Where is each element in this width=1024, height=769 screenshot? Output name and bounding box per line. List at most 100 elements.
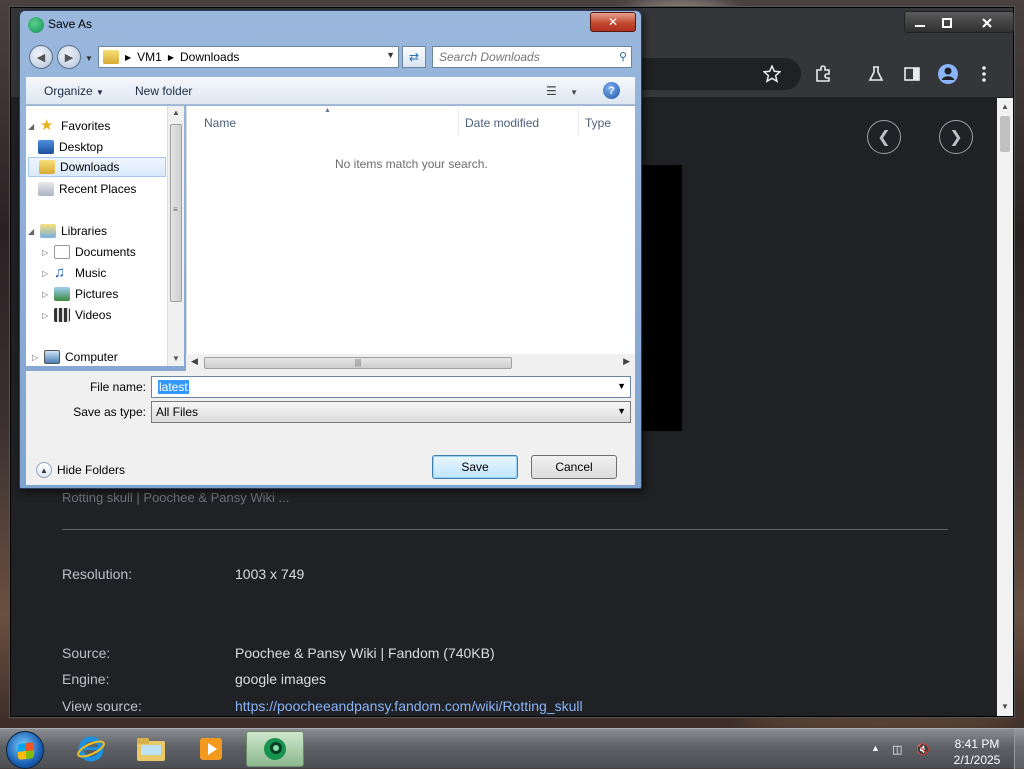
tree-documents[interactable]: ▷ Documents: [42, 242, 164, 262]
media-player-icon: [200, 738, 222, 760]
computer-icon: [44, 350, 60, 364]
column-date-modified[interactable]: Date modified: [465, 116, 539, 130]
tree-desktop[interactable]: Desktop: [38, 137, 164, 157]
expand-arrow-icon[interactable]: ◢: [28, 122, 38, 131]
file-list[interactable]: Name ▲ Date modified Type No items match…: [186, 106, 635, 354]
labs-button[interactable]: [864, 62, 888, 86]
chevron-down-icon[interactable]: ▼: [617, 381, 626, 391]
app-icon: [28, 17, 44, 33]
save-as-type-select[interactable]: All Files ▼: [151, 401, 631, 423]
recent-locations-dropdown[interactable]: ▼: [85, 54, 93, 63]
help-button[interactable]: ?: [603, 82, 620, 99]
show-desktop-button[interactable]: [1014, 729, 1024, 769]
dialog-close-button[interactable]: ✕: [590, 12, 636, 32]
tree-downloads[interactable]: Downloads: [28, 157, 166, 177]
organize-button[interactable]: Organize ▼: [44, 84, 104, 98]
file-name-value[interactable]: latest: [158, 380, 189, 394]
start-button[interactable]: [6, 731, 44, 769]
tree-computer[interactable]: ▷ Computer: [32, 347, 164, 366]
maximize-button[interactable]: [933, 12, 961, 34]
hide-folders-button[interactable]: ▲ Hide Folders: [36, 462, 125, 478]
collapse-arrow-icon[interactable]: ▷: [42, 269, 52, 278]
arrow-left-icon: ◀: [36, 51, 46, 64]
bookmark-star-button[interactable]: [760, 62, 784, 86]
previous-image-button[interactable]: ❮: [867, 120, 901, 154]
chevron-left-icon: ❮: [877, 129, 891, 146]
breadcrumb-downloads[interactable]: Downloads: [180, 50, 239, 64]
volume-muted-icon[interactable]: 🔇: [916, 743, 930, 756]
scroll-down-arrow[interactable]: ▼: [997, 700, 1013, 714]
page-scrollbar[interactable]: ▲ ▼: [997, 98, 1013, 716]
search-box[interactable]: ⚲: [432, 46, 632, 68]
search-input[interactable]: [433, 47, 605, 67]
show-hidden-icons-button[interactable]: ▲: [871, 743, 880, 753]
file-name-field[interactable]: latest ▼: [151, 376, 631, 398]
extensions-button[interactable]: [811, 62, 835, 86]
tree-libraries[interactable]: ◢ Libraries: [28, 221, 164, 241]
column-separator[interactable]: [458, 110, 459, 134]
tree-videos[interactable]: ▷ Videos: [42, 305, 164, 325]
taskbar-media-player[interactable]: [182, 731, 240, 767]
forward-button[interactable]: ▶: [57, 45, 81, 69]
scroll-up-arrow[interactable]: ▲: [172, 108, 180, 117]
view-source-link[interactable]: https://poocheeandpansy.fandom.com/wiki/…: [235, 698, 583, 714]
collapse-arrow-icon[interactable]: ▷: [42, 248, 52, 257]
collapse-arrow-icon[interactable]: ▷: [32, 353, 42, 362]
clock[interactable]: 8:41 PM 2/1/2025: [942, 736, 1012, 768]
nav-pane-scrollbar[interactable]: ▲ ≡ ▼: [167, 106, 184, 366]
recent-places-icon: [38, 182, 54, 196]
next-image-button[interactable]: ❯: [939, 120, 973, 154]
taskbar-internet-explorer[interactable]: [62, 731, 120, 767]
new-folder-button[interactable]: New folder: [135, 84, 192, 98]
back-button[interactable]: ◀: [29, 45, 53, 69]
music-icon: ♫: [54, 264, 66, 281]
refresh-button[interactable]: ⇄: [402, 46, 426, 68]
tree-recent-places[interactable]: Recent Places: [38, 179, 164, 199]
tree-label: Documents: [75, 245, 136, 259]
dialog-address-bar[interactable]: ▶ VM1 ▶ Downloads ▼: [98, 46, 399, 68]
expand-arrow-icon[interactable]: ◢: [28, 227, 38, 236]
taskbar-explorer[interactable]: [122, 731, 180, 767]
network-icon[interactable]: ◫: [892, 743, 902, 756]
videos-icon: [54, 308, 70, 322]
tree-label: Favorites: [61, 119, 111, 133]
breadcrumb-vm1[interactable]: VM1: [137, 50, 162, 64]
save-button[interactable]: Save: [432, 455, 518, 479]
clock-time: 8:41 PM: [954, 737, 1000, 751]
scroll-left-arrow[interactable]: ◀: [191, 356, 198, 367]
clock-date: 2/1/2025: [953, 753, 1001, 767]
scroll-thumb[interactable]: |||: [204, 357, 512, 369]
browser-app-icon: [264, 738, 286, 760]
tree-pictures[interactable]: ▷ Pictures: [42, 284, 164, 304]
image-title[interactable]: Rotting skull | Poochee & Pansy Wiki ...: [62, 490, 289, 505]
refresh-icon: ⇄: [408, 50, 420, 64]
column-name[interactable]: Name: [204, 116, 236, 130]
collapse-arrow-icon[interactable]: ▷: [42, 290, 52, 299]
divider: [62, 529, 948, 530]
change-view-button[interactable]: ☰ ▼: [546, 84, 578, 98]
minimize-button[interactable]: [906, 12, 934, 34]
cancel-button[interactable]: Cancel: [531, 455, 617, 479]
chevron-down-icon[interactable]: ▼: [386, 50, 395, 60]
collapse-arrow-icon[interactable]: ▷: [42, 311, 52, 320]
save-options-panel: File name: latest ▼ Save as type: All Fi…: [26, 371, 635, 485]
tree-music[interactable]: ▷ ♫ Music: [42, 263, 164, 283]
close-window-button[interactable]: [969, 12, 1005, 34]
file-name-label: File name:: [89, 380, 146, 394]
save-as-type-value: All Files: [156, 405, 199, 419]
tree-label: Music: [75, 266, 107, 280]
side-panel-button[interactable]: [900, 62, 924, 86]
taskbar-browser-active[interactable]: [246, 731, 304, 767]
column-separator[interactable]: [578, 110, 579, 134]
scroll-up-arrow[interactable]: ▲: [997, 100, 1013, 114]
file-list-hscrollbar[interactable]: ◀ ||| ▶: [186, 354, 635, 371]
scroll-down-arrow[interactable]: ▼: [172, 354, 180, 363]
scroll-right-arrow[interactable]: ▶: [623, 356, 630, 367]
profile-button[interactable]: [936, 62, 960, 86]
menu-button[interactable]: [972, 62, 996, 86]
tree-favorites[interactable]: ◢ ★ Favorites: [28, 116, 164, 136]
pictures-icon: [54, 287, 70, 301]
column-type[interactable]: Type: [585, 116, 611, 130]
scroll-thumb[interactable]: ≡: [170, 124, 182, 302]
scroll-thumb[interactable]: [1000, 116, 1010, 152]
